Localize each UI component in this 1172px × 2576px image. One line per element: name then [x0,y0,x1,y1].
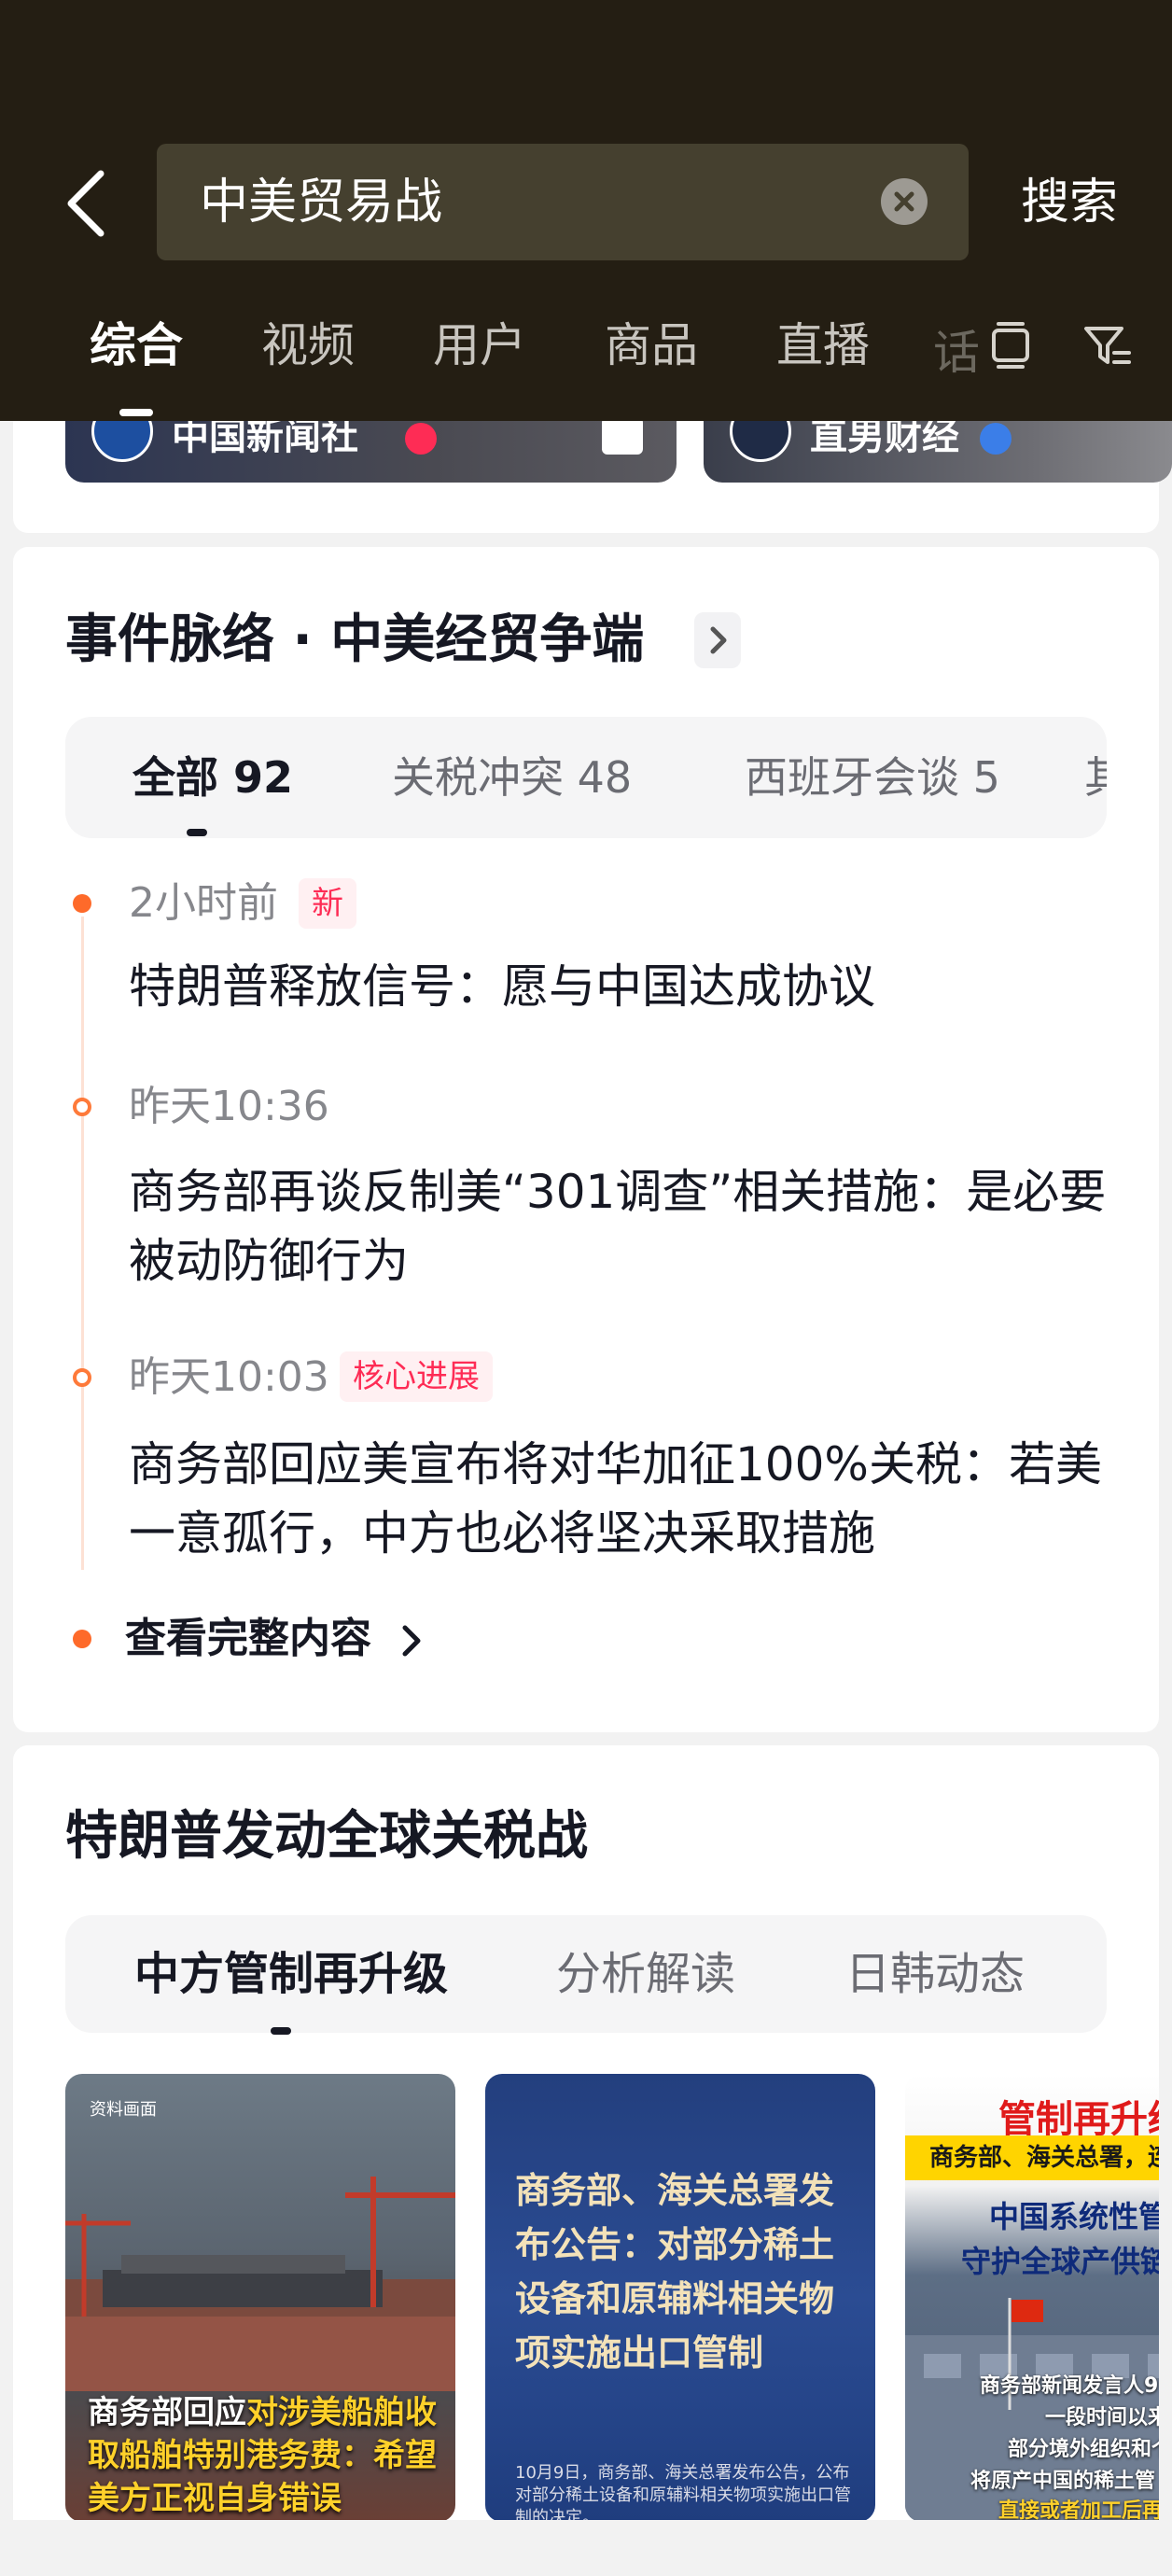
filter-tab-more[interactable]: 其 [1084,745,1107,810]
chevron-left-icon [67,170,105,237]
play-icon [602,421,643,455]
tab-overflow[interactable]: 话 [933,315,989,381]
thumb-line: 守护全球产供链 [961,2244,1159,2279]
port-illustration [65,2177,455,2391]
news-thumbnail[interactable]: 管制再升级 商务部、海关总署，连 中国系统性管 守护全球产供链 商务部新闻发言人… [905,2074,1159,2520]
thumb-corner-label: 资料画面 [90,2100,157,2120]
tariff-war-card: 特朗普发动全球关税战 中方管制再升级 分析解读 日韩动态 资料画面 商务部回应对… [13,1745,1159,2520]
avatar [730,421,791,462]
thumb-caption: 商务部回应对涉美船舶收取船舶特别港务费：希望美方正视自身错误 [88,2391,442,2520]
filter-icon[interactable] [1081,319,1133,371]
active-filter-indicator [187,829,207,836]
search-input[interactable]: 中美贸易战 [157,144,969,260]
tab-users[interactable]: 用户 [433,313,526,378]
event-timeline-card: 事件脉络 · 中美经贸争端 全部 92 关税冲突 48 西班牙会谈 5 其 2小… [13,547,1159,1732]
filter-tab-all[interactable]: 全部 92 [133,745,293,810]
topic-tab-japan-korea[interactable]: 日韩动态 [845,1941,1025,2007]
tab-general[interactable]: 综合 [90,313,183,378]
thumb-caption-line: 部分境外组织和个 [1008,2438,1159,2461]
filter-tab-tariff[interactable]: 关税冲突 48 [392,745,632,810]
chevron-right-icon[interactable] [694,612,741,668]
timeline-time: 昨天10:36 [129,1083,329,1130]
thumb-caption-line: 直接或者加工后再 [998,2499,1159,2520]
filter-tab-spain[interactable]: 西班牙会谈 5 [745,745,1000,810]
search-query-text: 中美贸易战 [200,175,443,231]
thumb-caption-line: 将原产中国的稀土管 [970,2470,1156,2493]
tariff-topic-tabs: 中方管制再升级 分析解读 日韩动态 [65,1915,1107,2033]
video-thumbnail[interactable]: 直男财经 [704,421,1172,483]
avatar [91,421,153,462]
search-button[interactable]: 搜索 [1021,170,1118,235]
news-thumbnail[interactable]: 商务部、海关总署发布公告：对部分稀土设备和原辅料相关物项实施出口管制 10月9日… [485,2074,875,2520]
thumb-caption-line: 一段时间以来 [1045,2406,1159,2429]
active-topic-indicator [271,2027,291,2035]
thumb-caption-white: 商务部回应 [88,2394,246,2431]
thumb-headline: 商务部、海关总署发布公告：对部分稀土设备和原辅料相关物项实施出口管制 [515,2170,835,2373]
topic-tab-analysis[interactable]: 分析解读 [556,1941,735,2007]
search-header: 中美贸易战 搜索 综合 视频 用户 商品 直播 话 [0,0,1172,421]
video-author: 直男财经 [810,421,959,458]
back-button[interactable] [58,166,114,241]
thumb-line: 中国系统性管 [989,2199,1159,2234]
view-full-content-link[interactable]: 查看完整内容 [125,1611,371,1667]
timeline-dot [73,1098,91,1116]
timeline-dot [73,1630,91,1648]
clear-icon[interactable] [881,178,928,225]
timeline-time: 2小时前 [129,879,278,927]
key-progress-badge: 核心进展 [340,1351,493,1402]
thumb-footnote: 10月9日，商务部、海关总署发布公告，公布对部分稀土设备和原辅料相关物项实施出口… [515,2463,851,2520]
timeline-headline[interactable]: 商务部再谈反制美“301调查”相关措施：是必要被动防御行为 [129,1157,1109,1295]
timeline-line [81,917,84,1570]
event-filter-tabs: 全部 92 关税冲突 48 西班牙会谈 5 其 [65,717,1107,838]
bottom-safe-area [0,2520,1172,2576]
timeline-headline[interactable]: 特朗普释放信号：愿与中国达成协议 [129,952,1109,1021]
timeline-headline[interactable]: 商务部回应美宣布将对华加征100%关税：若美一意孤行，中方也必将坚决采取措施 [129,1430,1109,1568]
chevron-right-icon[interactable] [398,1622,426,1659]
tariff-card-title[interactable]: 特朗普发动全球关税战 [65,1799,588,1874]
layout-toggle-icon[interactable] [987,319,1034,371]
event-card-title[interactable]: 事件脉络 · 中美经贸争端 [65,603,644,678]
timeline-dot [73,1368,91,1387]
tab-video[interactable]: 视频 [261,313,355,378]
video-author: 中国新闻社 [172,421,358,458]
tab-goods[interactable]: 商品 [605,313,698,378]
active-tab-indicator [119,409,153,416]
tab-live[interactable]: 直播 [776,313,870,378]
verified-badge-icon [980,423,1012,455]
timeline-time: 昨天10:03 [129,1353,329,1401]
thumb-caption-line: 商务部新闻发言人9日 [980,2374,1159,2398]
topic-tab-control-upgrade[interactable]: 中方管制再升级 [134,1941,448,2007]
news-thumbnail[interactable]: 资料画面 商务部回应对涉美船舶收取船舶特别港务费：希望美方正视自身错误 [65,2074,455,2520]
video-thumbnail[interactable]: 中国新闻社 [65,421,677,483]
verified-badge-icon [405,423,437,455]
thumb-yellow-bar: 商务部、海关总署，连 [905,2135,1159,2180]
timeline-dot [73,894,91,913]
new-badge: 新 [299,878,356,929]
